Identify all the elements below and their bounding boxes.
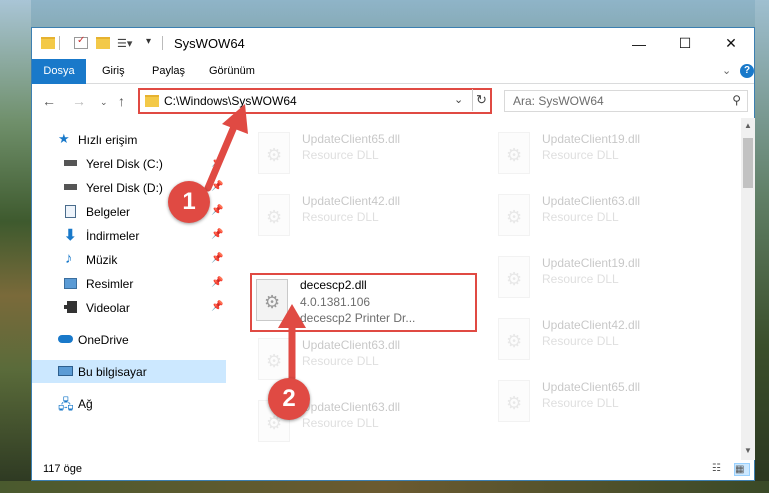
step-2-badge: 2 [268, 378, 310, 420]
step-1-badge: 1 [168, 181, 210, 223]
annotation-arrows [204, 104, 306, 382]
arrow-to-address-bar [204, 104, 248, 192]
arrow-to-decescp2-file [278, 304, 306, 382]
